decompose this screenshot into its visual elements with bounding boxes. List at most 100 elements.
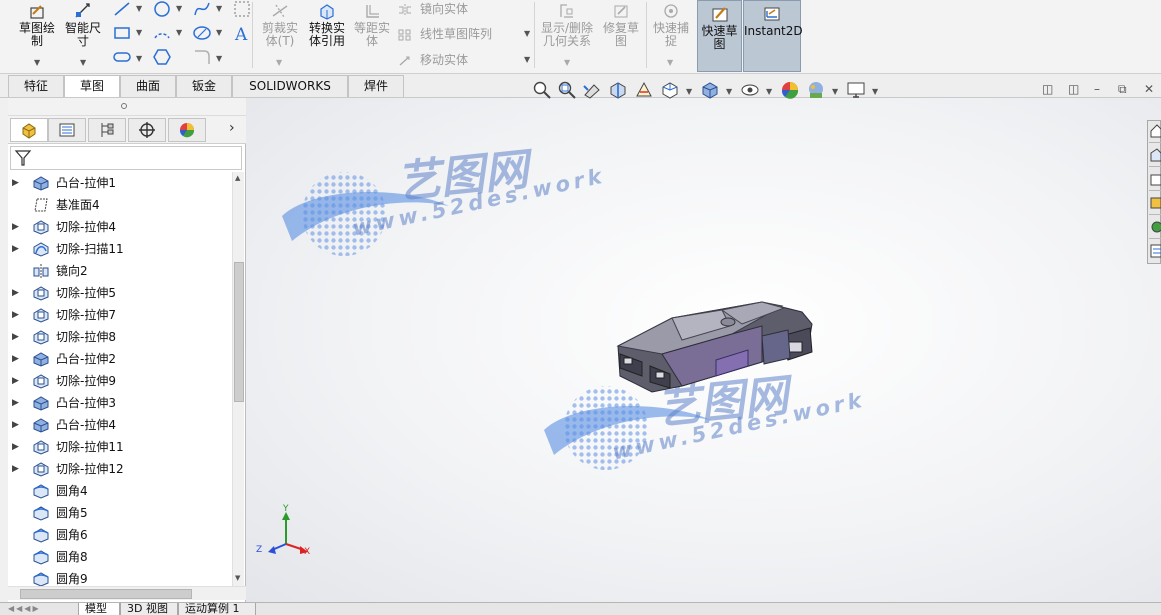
scroll-thumb[interactable] — [234, 262, 244, 402]
tab-weldments[interactable]: 焊件(D) — [348, 75, 404, 114]
tab-sketch[interactable]: 草图 — [64, 75, 120, 97]
custom-properties-tab-icon[interactable] — [1149, 241, 1161, 263]
chevron-down-icon[interactable]: ▼ — [667, 58, 673, 67]
chevron-down-icon[interactable]: ▼ — [726, 87, 732, 96]
circle-icon[interactable] — [152, 0, 172, 18]
expand-arrow-icon[interactable]: ▶ — [12, 326, 19, 348]
expand-arrow-icon[interactable]: ▶ — [12, 282, 19, 304]
tree-item[interactable]: ▶ 切除-拉伸11 — [8, 436, 232, 458]
chevron-down-icon[interactable]: ▼ — [524, 29, 530, 38]
spline-icon[interactable] — [192, 0, 212, 18]
text-icon[interactable]: A — [232, 24, 252, 42]
chevron-down-icon[interactable]: ▼ — [276, 58, 282, 67]
smart-dimension-button[interactable]: 智能尺 寸 — [62, 2, 104, 48]
chevron-right-icon[interactable]: › — [229, 120, 235, 136]
tree-item[interactable]: ▶ 凸台-拉伸4 — [8, 414, 232, 436]
tile-left-icon[interactable]: ◫ — [1042, 82, 1053, 96]
property-manager-tab[interactable] — [48, 118, 86, 142]
dynamic-annotation-icon[interactable] — [634, 80, 654, 100]
fillet-sketch-icon[interactable] — [192, 48, 212, 66]
ellipse-icon[interactable] — [192, 24, 212, 42]
instant2d-button[interactable]: Instant2D — [743, 0, 803, 72]
chevron-down-icon[interactable]: ▼ — [34, 58, 40, 67]
chevron-down-icon[interactable]: ▼ — [216, 28, 222, 37]
tree-item[interactable]: ▶ 凸台-拉伸1 — [8, 172, 232, 194]
appearances-tab-icon[interactable] — [1149, 217, 1161, 239]
tree-item[interactable]: ▶ 切除-扫描11 — [8, 238, 232, 260]
tree-item[interactable]: ▶ 凸台-拉伸3 — [8, 392, 232, 414]
chevron-down-icon[interactable]: ▼ — [564, 58, 570, 67]
tab-motion-study[interactable]: 运动算例 1 — [178, 603, 256, 615]
tree-horizontal-scrollbar[interactable] — [8, 586, 246, 600]
feature-manager-tab[interactable] — [10, 118, 48, 142]
rectangle-icon[interactable] — [112, 24, 132, 42]
convert-entities-button[interactable]: 转换实 体引用 — [306, 2, 348, 48]
panel-splitter[interactable] — [8, 98, 246, 116]
repair-sketch-button[interactable]: 修复草 图 — [600, 2, 642, 48]
tab-features[interactable]: 特征 — [8, 75, 64, 97]
chevron-down-icon[interactable]: ▼ — [176, 28, 182, 37]
tab-3d-views[interactable]: 3D 视图 — [120, 603, 178, 615]
linear-pattern-button[interactable]: 线性草图阵列 — [398, 25, 492, 42]
section-view-icon[interactable] — [608, 80, 628, 100]
chevron-down-icon[interactable]: ▼ — [686, 87, 692, 96]
tree-item[interactable]: 基准面4 — [8, 194, 232, 216]
chevron-down-icon[interactable]: ▼ — [176, 4, 182, 13]
scroll-up-icon[interactable]: ▲ — [235, 174, 240, 182]
expand-arrow-icon[interactable]: ▶ — [12, 216, 19, 238]
tile-right-icon[interactable]: ◫ — [1068, 82, 1079, 96]
tree-item[interactable]: ▶ 切除-拉伸8 — [8, 326, 232, 348]
display-style-icon[interactable] — [700, 80, 720, 100]
tree-item[interactable]: 圆角6 — [8, 524, 232, 546]
expand-arrow-icon[interactable]: ▶ — [12, 392, 19, 414]
tree-item[interactable]: ▶ 切除-拉伸5 — [8, 282, 232, 304]
chevron-down-icon[interactable]: ▼ — [524, 55, 530, 64]
tree-vertical-scrollbar[interactable]: ▲ ▼ — [232, 172, 244, 586]
apply-scene-icon[interactable] — [806, 80, 826, 100]
expand-arrow-icon[interactable]: ▶ — [12, 172, 19, 194]
chevron-down-icon[interactable]: ▼ — [80, 58, 86, 67]
expand-arrow-icon[interactable]: ▶ — [12, 348, 19, 370]
design-library-tab-icon[interactable] — [1149, 145, 1161, 167]
tree-item[interactable]: 圆角8 — [8, 546, 232, 568]
sketch-button[interactable]: 草图绘 制 — [14, 2, 60, 48]
close-icon[interactable]: ✕ — [1144, 82, 1154, 96]
view-orientation-icon[interactable] — [660, 80, 680, 100]
chevron-down-icon[interactable]: ▼ — [832, 87, 838, 96]
display-manager-tab[interactable] — [168, 118, 206, 142]
tree-item[interactable]: ▶ 切除-拉伸4 — [8, 216, 232, 238]
home-tab-icon[interactable] — [1149, 121, 1161, 143]
hide-show-items-icon[interactable] — [740, 80, 760, 100]
minimize-icon[interactable]: – — [1094, 82, 1100, 96]
graphics-area[interactable]: 艺图网 www.52des.work 艺图网 www.52des.work Y … — [246, 98, 1161, 602]
line-icon[interactable] — [112, 0, 132, 18]
expand-arrow-icon[interactable]: ▶ — [12, 458, 19, 480]
offset-entities-button[interactable]: 等距实 体 — [352, 2, 392, 48]
edit-appearance-icon[interactable] — [780, 80, 800, 100]
mirror-entities-button[interactable]: 镜向实体 — [398, 0, 468, 17]
expand-arrow-icon[interactable]: ▶ — [12, 436, 19, 458]
tree-item[interactable]: 圆角9 — [8, 568, 232, 586]
tree-item[interactable]: ▶ 切除-拉伸7 — [8, 304, 232, 326]
view-palette-tab-icon[interactable] — [1149, 193, 1161, 215]
chevron-down-icon[interactable]: ▼ — [136, 54, 142, 63]
restore-icon[interactable]: ⧉ — [1118, 82, 1127, 97]
tab-sheet-metal[interactable]: 钣金 — [176, 75, 232, 97]
expand-arrow-icon[interactable]: ▶ — [12, 238, 19, 260]
zoom-to-fit-icon[interactable] — [532, 80, 552, 100]
trim-entities-button[interactable]: 剪裁实 体(T) — [260, 2, 300, 48]
chevron-down-icon[interactable]: ▼ — [136, 28, 142, 37]
arc-icon[interactable] — [152, 24, 172, 42]
polygon-icon[interactable] — [152, 48, 172, 66]
chevron-down-icon[interactable]: ▼ — [216, 54, 222, 63]
tree-item[interactable]: 镜向2 — [8, 260, 232, 282]
chevron-down-icon[interactable]: ▼ — [216, 4, 222, 13]
chevron-down-icon[interactable]: ▼ — [766, 87, 772, 96]
tab-scroll-arrows-icon[interactable]: ◀◀◀▶ — [8, 604, 41, 613]
scroll-down-icon[interactable]: ▼ — [235, 574, 240, 582]
zoom-to-area-icon[interactable] — [557, 80, 577, 100]
tree-item[interactable]: ▶ 凸台-拉伸2 — [8, 348, 232, 370]
view-settings-icon[interactable] — [846, 80, 866, 100]
expand-arrow-icon[interactable]: ▶ — [12, 304, 19, 326]
chevron-down-icon[interactable]: ▼ — [136, 4, 142, 13]
